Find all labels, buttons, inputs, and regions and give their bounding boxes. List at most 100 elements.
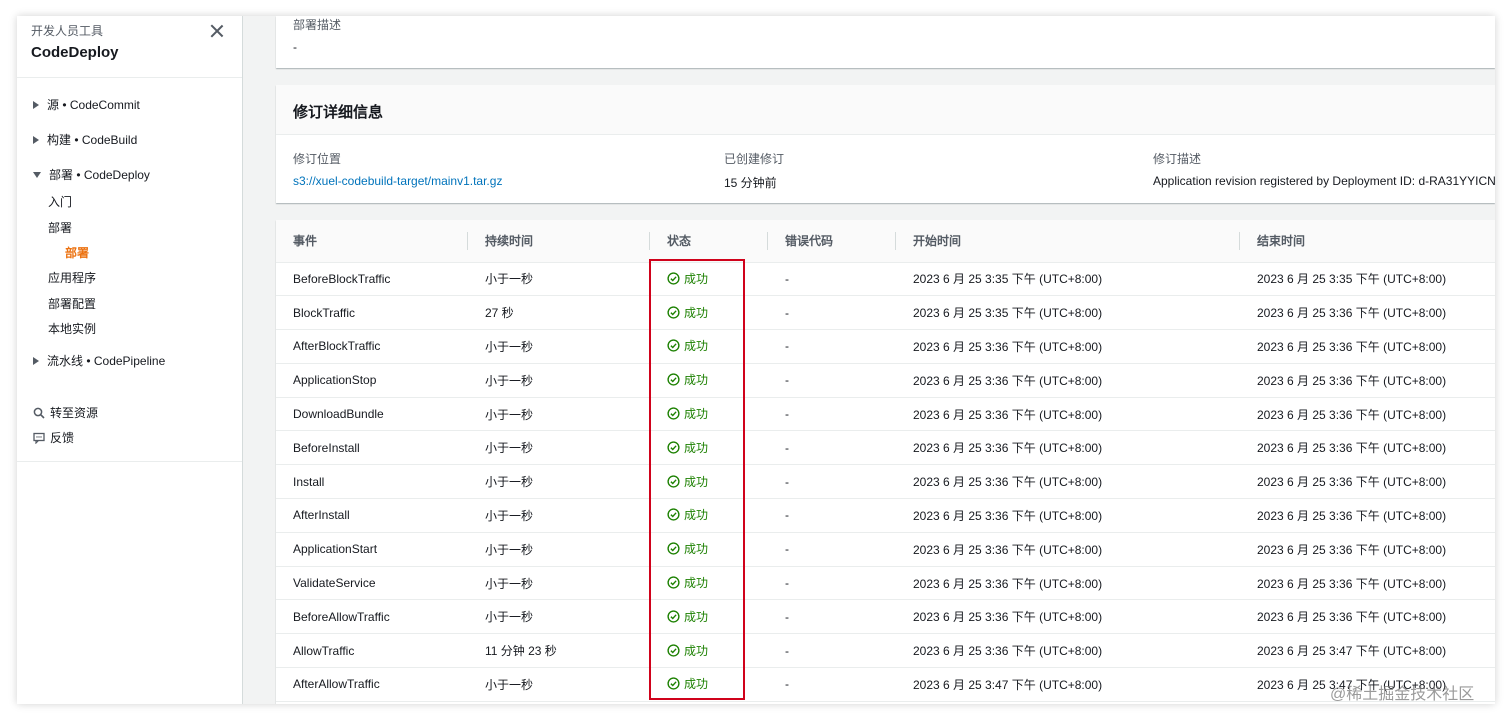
nav-item-on-prem-instances[interactable]: 本地实例 [48,320,96,337]
event-name-cell: DownloadBundle [276,397,468,432]
table-row: BeforeInstall 小于一秒 成功 -2023 6 月 25 3:36 下午 … [276,430,1495,466]
error-code-cell: - [768,329,896,364]
table-header-row: 事件 持续时间 状态 错误代码 开始时间 结束时间 [276,220,1495,263]
check-circle-icon [667,339,680,353]
col-header-duration[interactable]: 持续时间 [468,220,650,263]
revision-location-label: 修订位置 [293,152,342,166]
revision-location-link[interactable]: s3://xuel-codebuild-target/mainv1.tar.gz [293,174,502,188]
status-text: 成功 [684,474,709,489]
col-header-status[interactable]: 状态 [650,220,768,263]
revision-details-panel: 修订详细信息 修订位置 s3://xuel-codebuild-target/m… [276,85,1495,203]
table-row: ApplicationStart 小于一秒 成功 -2023 6 月 25 3:36 … [276,532,1495,567]
status-badge: 成功 [667,540,708,557]
duration-cell: 小于一秒 [468,566,650,601]
nav-group-codedeploy[interactable]: 部署 • CodeDeploy [33,166,150,183]
duration-cell: 小于一秒 [468,397,650,432]
status-cell: 成功 [650,566,768,601]
revision-details-heading: 修订详细信息 [276,85,1495,135]
error-code-cell: - [768,498,896,533]
event-name-cell: ValidateService [276,566,468,601]
event-name-cell: AllowTraffic [276,633,468,669]
nav-item-applications[interactable]: 应用程序 [48,269,96,286]
deployment-description-value: - [293,40,297,54]
nav-group-label: 部署 • CodeDeploy [49,168,150,182]
go-to-resource-link[interactable]: 转至资源 [33,404,98,421]
end-time-cell: 2023 6 月 25 3:36 下午 (UTC+8:00) [1240,295,1495,331]
caret-down-icon [33,171,41,178]
sidebar-subtitle: 开发人员工具 [31,24,104,38]
util-label: 转至资源 [50,406,99,420]
feedback-link[interactable]: 反馈 [33,429,74,446]
status-badge: 成功 [667,608,708,625]
status-text: 成功 [684,677,709,692]
start-time-cell: 2023 6 月 25 3:36 下午 (UTC+8:00) [896,633,1240,669]
table-row: BeforeAllowTraffic 小于一秒 成功 -2023 6 月 25 3:3… [276,599,1495,635]
nav-group-codecommit[interactable]: 源 • CodeCommit [33,96,140,113]
close-icon[interactable] [210,24,224,38]
error-code-cell: - [768,397,896,432]
end-time-cell: 2023 6 月 25 3:36 下午 (UTC+8:00) [1240,329,1495,364]
table-row: BeforeBlockTraffic 小于一秒 成功 -2023 6 月 25 3:3… [276,262,1495,297]
check-circle-icon [667,272,680,285]
start-time-cell: 2023 6 月 25 3:36 下午 (UTC+8:00) [896,329,1240,364]
col-header-start-time[interactable]: 开始时间 [896,220,1240,263]
status-badge: 成功 [667,675,708,692]
nav-item-deploy[interactable]: 部署 [48,219,72,236]
event-name-cell: AfterAllowTraffic [276,667,468,702]
end-time-cell: 2023 6 月 25 3:47 下午 (UTC+8:00) [1240,633,1495,669]
error-code-cell: - [768,430,896,466]
status-cell: 成功 [650,633,768,669]
status-badge: 成功 [667,337,708,354]
feedback-icon [33,432,45,444]
status-text: 成功 [684,576,709,591]
error-code-cell: - [768,532,896,567]
error-code-cell: - [768,464,896,500]
col-header-error-code[interactable]: 错误代码 [768,220,896,263]
duration-cell: 小于一秒 [468,464,650,500]
table-row: AllowTraffic 11 分钟 23 秒 成功 -2023 6 月 25 3:3… [276,633,1495,669]
check-circle-icon [667,644,680,657]
caret-right-icon [33,356,39,365]
error-code-cell: - [768,295,896,331]
event-name-cell: BeforeAllowTraffic [276,599,468,635]
col-header-event[interactable]: 事件 [276,220,468,263]
status-badge: 成功 [667,304,708,321]
status-cell: 成功 [650,532,768,567]
duration-cell: 小于一秒 [468,363,650,398]
status-badge: 成功 [667,405,708,422]
duration-cell: 小于一秒 [468,430,650,466]
event-name-cell: AfterBlockTraffic [276,329,468,364]
event-name-cell: BeforeInstall [276,430,468,466]
status-badge: 成功 [667,642,708,659]
duration-cell: 11 分钟 23 秒 [468,633,650,669]
status-cell: 成功 [650,397,768,432]
lifecycle-events-table: 事件 持续时间 状态 错误代码 开始时间 结束时间 BeforeBlockTra… [276,220,1495,702]
nav-group-codepipeline[interactable]: 流水线 • CodePipeline [33,352,165,369]
check-circle-icon [667,373,680,386]
status-text: 成功 [684,643,709,658]
duration-cell: 小于一秒 [468,532,650,567]
nav-item-deployments-active[interactable]: 部署 [65,244,89,261]
check-circle-icon [667,542,680,555]
status-text: 成功 [684,339,709,354]
start-time-cell: 2023 6 月 25 3:36 下午 (UTC+8:00) [896,363,1240,398]
console-window: 开发人员工具 CodeDeploy 源 • CodeCommit 构建 • Co… [17,16,1495,704]
sidebar-nav: 源 • CodeCommit 构建 • CodeBuild 部署 • CodeD… [17,78,242,462]
check-circle-icon [667,677,680,691]
revision-created-value: 15 分钟前 [724,176,777,190]
sidebar: 开发人员工具 CodeDeploy 源 • CodeCommit 构建 • Co… [17,16,243,704]
table-row: Install 小于一秒 成功 -2023 6 月 25 3:36 下午 (UTC+8… [276,464,1495,500]
nav-item-deployment-config[interactable]: 部署配置 [48,295,96,312]
table-row: AfterInstall 小于一秒 成功 -2023 6 月 25 3:36 下午 (… [276,498,1495,533]
status-text: 成功 [684,542,709,557]
duration-cell: 小于一秒 [468,498,650,533]
nav-item-getting-started[interactable]: 入门 [48,193,72,210]
duration-cell: 小于一秒 [468,599,650,635]
status-cell: 成功 [650,329,768,364]
col-header-end-time[interactable]: 结束时间 [1240,220,1495,263]
error-code-cell: - [768,363,896,398]
duration-cell: 27 秒 [468,295,650,331]
nav-group-codebuild[interactable]: 构建 • CodeBuild [33,131,137,148]
lifecycle-events-panel: 事件 持续时间 状态 错误代码 开始时间 结束时间 BeforeBlockTra… [276,220,1495,704]
status-badge: 成功 [667,439,708,456]
